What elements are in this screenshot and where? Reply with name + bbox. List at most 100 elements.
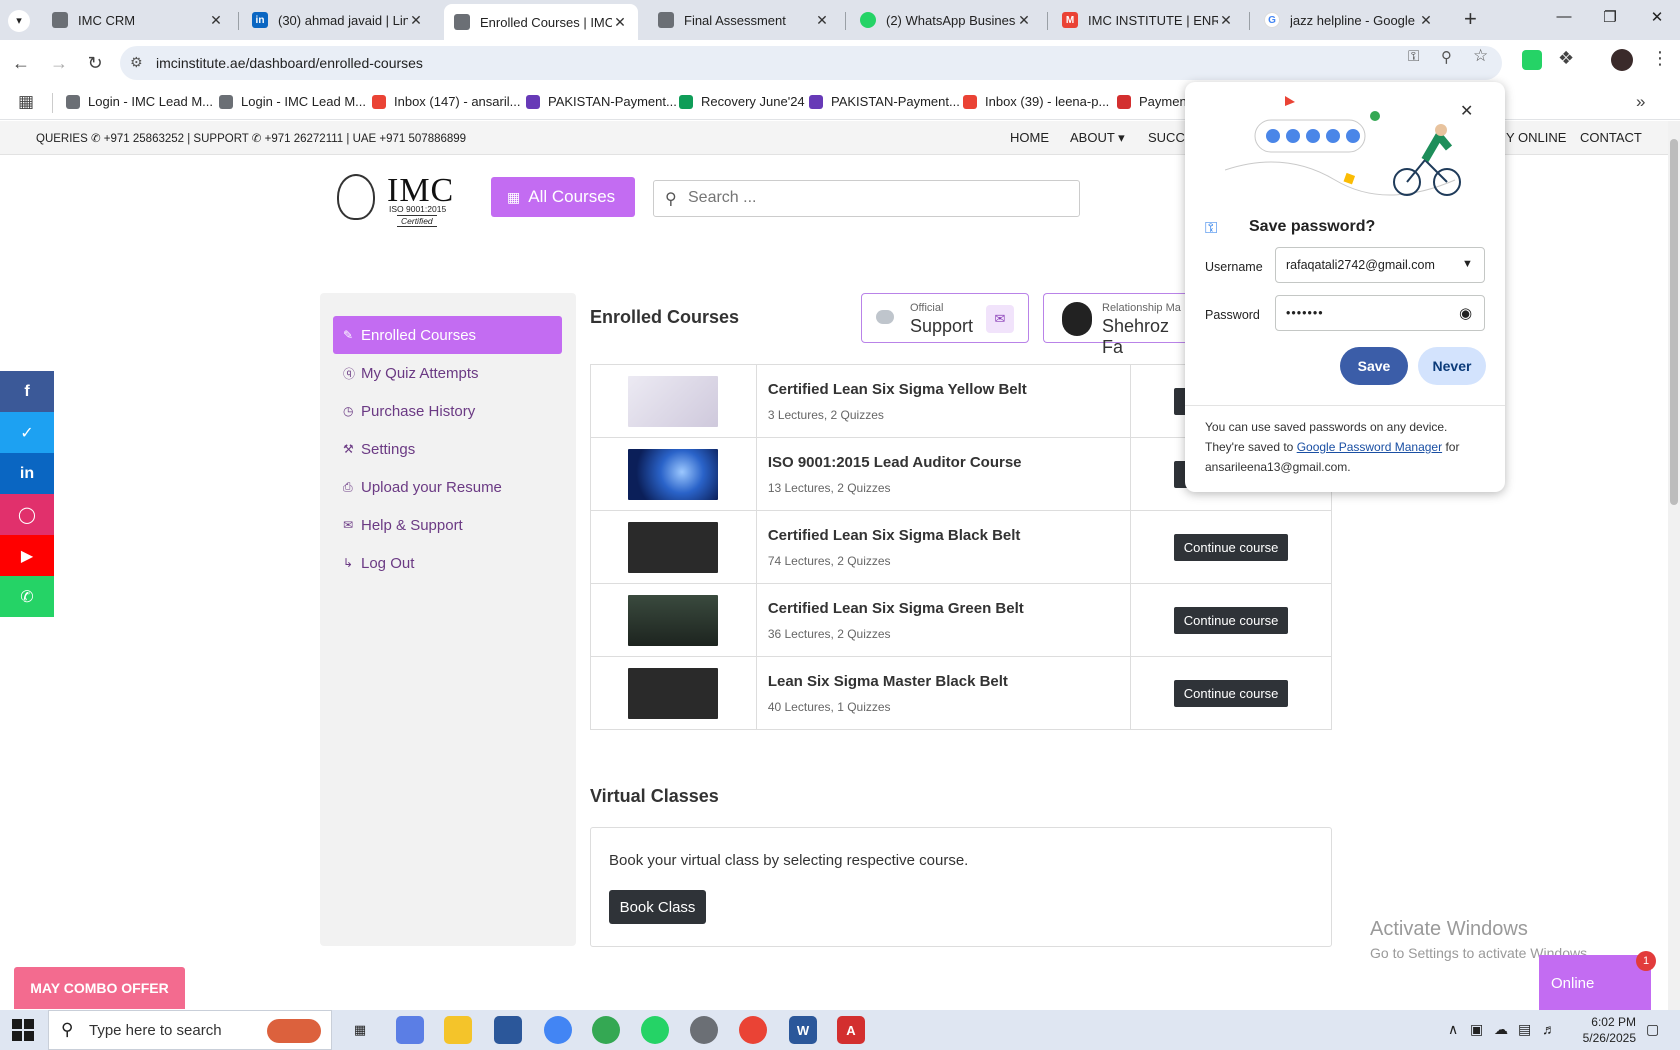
chrome-icon[interactable] bbox=[739, 1016, 767, 1044]
sidebar-item-enrolled-courses[interactable]: ✎ Enrolled Courses bbox=[333, 316, 562, 354]
mail-icon[interactable]: ✉ bbox=[986, 305, 1014, 333]
course-name[interactable]: Certified Lean Six Sigma Black Belt bbox=[768, 527, 1130, 544]
show-password-icon[interactable]: ◉ bbox=[1459, 304, 1472, 322]
course-thumbnail[interactable] bbox=[628, 448, 719, 500]
username-field[interactable]: rafaqatali2742@gmail.com ▼ bbox=[1275, 247, 1485, 283]
notifications-icon[interactable]: ▢ bbox=[1646, 1021, 1659, 1038]
whatsapp-share-button[interactable]: ✆ bbox=[0, 576, 54, 617]
forward-icon[interactable]: → bbox=[46, 50, 72, 76]
browser-menu-icon[interactable]: ⋮ bbox=[1651, 48, 1669, 69]
sidebar-item-log-out[interactable]: ↳ Log Out bbox=[333, 544, 562, 582]
bookmark-star-icon[interactable]: ☆ bbox=[1473, 46, 1488, 66]
more-bookmarks-icon[interactable]: » bbox=[1636, 92, 1645, 112]
password-field[interactable]: ••••••• ◉ bbox=[1275, 295, 1485, 331]
save-password-button[interactable]: Save bbox=[1340, 347, 1408, 385]
bookmark-item[interactable]: Login - IMC Lead M... bbox=[66, 94, 213, 109]
tab-close-icon[interactable]: ✕ bbox=[814, 12, 830, 29]
minimize-icon[interactable]: — bbox=[1549, 8, 1579, 32]
tab-enrolled-courses[interactable]: Enrolled Courses | IMC Certification ✕ bbox=[444, 4, 638, 40]
whatsapp-extension-icon[interactable] bbox=[1522, 50, 1542, 70]
restore-icon[interactable]: ❐ bbox=[1595, 8, 1625, 32]
chrome-icon[interactable] bbox=[592, 1016, 620, 1044]
imc-logo[interactable]: IMC ISO 9001:2015 Certified bbox=[337, 172, 457, 227]
tab-close-icon[interactable]: ✕ bbox=[1016, 12, 1032, 29]
close-icon[interactable]: ✕ bbox=[1460, 101, 1473, 121]
relationship-manager-card[interactable]: Relationship Ma Shehroz Fa bbox=[1043, 293, 1185, 357]
taskbar-search[interactable]: ⚲ Type here to search bbox=[48, 1010, 332, 1050]
nav-study-online[interactable]: Y ONLINE bbox=[1506, 130, 1566, 145]
official-support-card[interactable]: Official Support ✉ bbox=[861, 293, 1029, 343]
course-name[interactable]: Certified Lean Six Sigma Yellow Belt bbox=[768, 381, 1130, 398]
password-manager-link[interactable]: Google Password Manager bbox=[1297, 440, 1442, 454]
back-icon[interactable]: ← bbox=[8, 50, 34, 76]
onedrive-icon[interactable]: ☁ bbox=[1494, 1021, 1508, 1038]
tab-imc-institute-enrollment[interactable]: M IMC INSTITUTE | ENROLLMENT ✕ bbox=[1052, 4, 1244, 36]
facebook-share-button[interactable]: f bbox=[0, 371, 54, 412]
tab-close-icon[interactable]: ✕ bbox=[1418, 12, 1434, 29]
nav-about[interactable]: ABOUT ▾ bbox=[1070, 130, 1125, 146]
bookmark-item[interactable]: Inbox (39) - leena-p... bbox=[963, 94, 1109, 109]
dropdown-arrow-icon[interactable]: ▼ bbox=[1462, 258, 1473, 270]
course-thumbnail[interactable] bbox=[628, 375, 719, 427]
nav-contact[interactable]: CONTACT bbox=[1580, 130, 1642, 145]
book-class-button[interactable]: Book Class bbox=[609, 890, 706, 924]
tab-final-assessment[interactable]: Final Assessment ✕ bbox=[648, 4, 840, 36]
volume-icon[interactable]: ♬ bbox=[1542, 1021, 1556, 1037]
bookmark-item[interactable]: Login - IMC Lead M... bbox=[219, 94, 366, 109]
bookmark-item[interactable]: Payment bbox=[1117, 94, 1190, 109]
extensions-icon[interactable]: ❖ bbox=[1558, 48, 1574, 69]
acrobat-icon[interactable]: A bbox=[837, 1016, 865, 1044]
network-icon[interactable]: ▤ bbox=[1518, 1021, 1531, 1038]
tab-google-search[interactable]: G jazz helpline - Google Search ✕ bbox=[1254, 4, 1444, 36]
search-input[interactable] bbox=[688, 189, 1068, 207]
youtube-share-button[interactable]: ▶ bbox=[0, 535, 54, 576]
bookmark-item[interactable]: Inbox (147) - ansaril... bbox=[372, 94, 520, 109]
scrollbar-thumb[interactable] bbox=[1670, 139, 1678, 505]
copilot-icon[interactable] bbox=[396, 1016, 424, 1044]
close-window-icon[interactable]: ✕ bbox=[1642, 8, 1672, 32]
tab-whatsapp[interactable]: (2) WhatsApp Business ✕ bbox=[850, 4, 1042, 36]
course-search[interactable]: ⚲ bbox=[653, 180, 1080, 217]
continue-course-button[interactable]: Continue course bbox=[1174, 606, 1289, 634]
nav-home[interactable]: HOME bbox=[1010, 130, 1049, 145]
whatsapp-icon[interactable] bbox=[641, 1016, 669, 1044]
course-name[interactable]: Lean Six Sigma Master Black Belt bbox=[768, 673, 1130, 690]
course-name[interactable]: Certified Lean Six Sigma Green Belt bbox=[768, 600, 1130, 617]
zoom-icon[interactable]: ⚲ bbox=[1441, 48, 1452, 66]
bookmark-item[interactable]: PAKISTAN-Payment... bbox=[526, 94, 677, 109]
tab-linkedin[interactable]: in (30) ahmad javaid | LinkedIn ✕ bbox=[242, 4, 434, 36]
new-tab-button[interactable]: + bbox=[1464, 6, 1477, 32]
course-thumbnail[interactable] bbox=[628, 594, 719, 646]
tab-close-icon[interactable]: ✕ bbox=[408, 12, 424, 29]
tray-overflow-icon[interactable]: ∧ bbox=[1448, 1021, 1458, 1038]
tab-imc-crm[interactable]: IMC CRM ✕ bbox=[42, 4, 234, 36]
twitter-share-button[interactable]: ✓ bbox=[0, 412, 54, 453]
page-scrollbar[interactable] bbox=[1668, 121, 1680, 1010]
tab-close-icon[interactable]: ✕ bbox=[208, 12, 224, 29]
bookmark-item[interactable]: PAKISTAN-Payment... bbox=[809, 94, 960, 109]
course-name[interactable]: ISO 9001:2015 Lead Auditor Course bbox=[768, 454, 1130, 471]
instagram-share-button[interactable]: ◯ bbox=[0, 494, 54, 535]
site-info-icon[interactable]: ⚙ bbox=[130, 54, 143, 71]
chrome-icon[interactable] bbox=[544, 1016, 572, 1044]
word-icon[interactable]: W bbox=[789, 1016, 817, 1044]
sidebar-item-upload-resume[interactable]: ⎙ Upload your Resume bbox=[333, 468, 562, 506]
sidebar-item-settings[interactable]: ⚒ Settings bbox=[333, 430, 562, 468]
address-bar[interactable]: ⚙ imcinstitute.ae/dashboard/enrolled-cou… bbox=[120, 46, 1502, 80]
sidebar-item-purchase-history[interactable]: ◷ Purchase History bbox=[333, 392, 562, 430]
windows-start-icon[interactable] bbox=[12, 1019, 34, 1041]
apps-grid-icon[interactable]: ▦ bbox=[18, 92, 34, 112]
clock-app-icon[interactable] bbox=[690, 1016, 718, 1044]
all-courses-button[interactable]: ▦ All Courses bbox=[491, 177, 635, 217]
tab-search-button[interactable]: ▾ bbox=[8, 10, 30, 32]
may-combo-offer-button[interactable]: MAY COMBO OFFER bbox=[14, 967, 185, 1009]
bookmark-item[interactable]: Recovery June'24 bbox=[679, 94, 805, 109]
tab-close-icon[interactable]: ✕ bbox=[612, 14, 628, 31]
continue-course-button[interactable]: Continue course bbox=[1174, 679, 1289, 707]
password-key-icon[interactable]: ⚿ bbox=[1408, 48, 1419, 65]
sidebar-item-quiz-attempts[interactable]: ⓠ My Quiz Attempts bbox=[333, 354, 562, 392]
online-chat-widget[interactable]: Online bbox=[1539, 955, 1651, 1010]
tab-close-icon[interactable]: ✕ bbox=[1218, 12, 1234, 29]
linkedin-share-button[interactable]: in bbox=[0, 453, 54, 494]
url-text[interactable]: imcinstitute.ae/dashboard/enrolled-cours… bbox=[156, 55, 423, 71]
